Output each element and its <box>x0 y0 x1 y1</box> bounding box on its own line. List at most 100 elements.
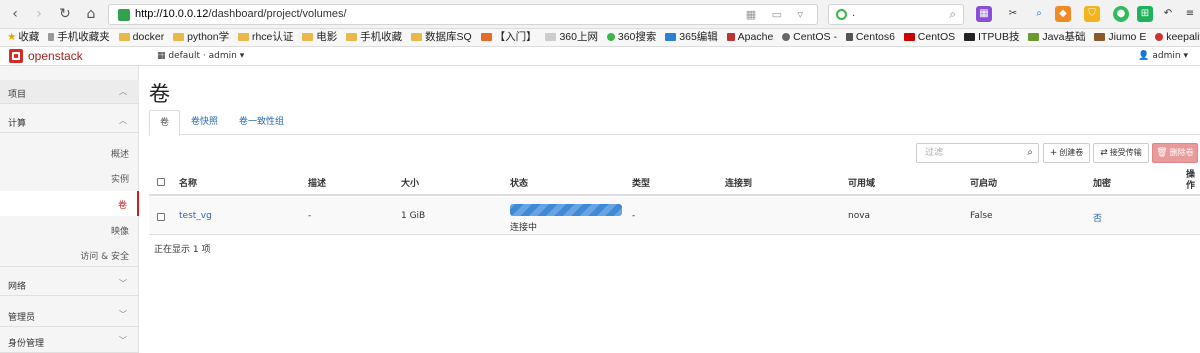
address-bar[interactable]: http://10.0.0.12/dashboard/project/volum… <box>108 4 818 25</box>
menu-icon[interactable]: ≡ <box>1182 6 1198 22</box>
home-icon[interactable]: ⌂ <box>82 5 100 23</box>
bookmark-item[interactable]: 360搜索 <box>606 29 656 46</box>
sidebar-item-label: 实例 <box>110 175 129 185</box>
column-header-name[interactable]: 名称 <box>179 176 197 189</box>
bookmark-item[interactable]: 数据库SQ <box>411 29 472 46</box>
bookmark-item[interactable]: CentOS - <box>782 29 837 46</box>
select-all-checkbox[interactable] <box>157 178 165 186</box>
chevron-up-icon: ︿ <box>119 116 127 125</box>
bookmark-item[interactable]: docker <box>118 29 164 46</box>
project-switcher[interactable]: ▦ default · admin ▾ <box>157 51 244 61</box>
volume-zone: nova <box>848 211 871 221</box>
game-icon[interactable]: ◆ <box>1055 6 1071 22</box>
column-header-actions: 操作 <box>1186 170 1196 191</box>
sidebar-item-volumes[interactable]: 卷 <box>0 191 139 216</box>
column-header-bootable[interactable]: 可启动 <box>970 176 997 189</box>
volume-type: - <box>632 211 636 221</box>
sidebar-item-label: 访问 & 安全 <box>80 252 129 262</box>
create-volume-button[interactable]: + 创建卷 <box>1043 143 1090 163</box>
bookmark-item[interactable]: python学 <box>173 29 229 46</box>
page-icon <box>1094 33 1106 41</box>
chevron-up-icon: ︿ <box>119 87 127 96</box>
extension-grid-icon[interactable]: ▦ <box>976 6 992 22</box>
bookmark-item[interactable]: Apache <box>726 29 773 46</box>
tab-volume-snapshots[interactable]: 卷快照 <box>181 110 228 135</box>
page-title: 卷 <box>149 82 170 106</box>
sidebar-panel-identity[interactable]: 身份管理 ﹀ <box>0 329 139 353</box>
bookmark-item[interactable]: 电影 <box>302 29 337 46</box>
bookmark-item[interactable]: Jiumo E <box>1094 29 1146 46</box>
sidebar-panel-admin[interactable]: 管理员 ﹀ <box>0 303 139 327</box>
page-icon <box>903 33 915 41</box>
trash-icon: 🗑 <box>1156 148 1168 158</box>
progress-fill <box>510 204 622 216</box>
column-header-status[interactable]: 状态 <box>510 176 528 189</box>
row-checkbox[interactable] <box>157 213 165 221</box>
sidebar-item-overview[interactable]: 概述 <box>0 140 139 165</box>
bookmark-item[interactable]: CentOS <box>903 29 955 46</box>
browser-search-box[interactable]: . ⌕ <box>828 4 964 25</box>
sidebar-panel-project[interactable]: 项目 ︿ <box>0 80 139 104</box>
column-header-encrypted[interactable]: 加密 <box>1093 176 1111 189</box>
bookmark-item[interactable]: 手机收藏 <box>346 29 402 46</box>
page-icon <box>1028 33 1040 41</box>
column-header-zone[interactable]: 可用域 <box>848 176 875 189</box>
caret-down-icon: ▾ <box>1180 51 1188 61</box>
column-header-size[interactable]: 大小 <box>401 176 419 189</box>
sidebar-item-access-security[interactable]: 访问 & 安全 <box>0 242 139 267</box>
forward-icon[interactable]: › <box>30 5 48 23</box>
undo-icon[interactable]: ↶ <box>1160 6 1176 22</box>
app-logo-text: openstack <box>28 49 83 63</box>
star-icon: ★ <box>7 31 17 43</box>
accept-transfer-button[interactable]: ⇄ 接受传输 <box>1093 143 1149 163</box>
user-menu[interactable]: 👤 admin ▾ <box>1138 51 1188 61</box>
bookmark-item[interactable]: keepaliv <box>1155 29 1200 46</box>
page-icon <box>845 33 853 41</box>
delete-volume-button[interactable]: 🗑 删除卷 <box>1152 143 1198 163</box>
shield-ext-icon[interactable]: ⛉ <box>1084 6 1100 22</box>
sidebar-item-instances[interactable]: 实例 <box>0 165 139 190</box>
create-volume-label: 创建卷 <box>1059 148 1084 157</box>
column-header-attached-to[interactable]: 连接到 <box>725 176 752 189</box>
bookmark-item[interactable]: Java基础 <box>1028 29 1086 46</box>
volume-bootable: False <box>970 211 993 221</box>
search-value: . <box>852 8 856 19</box>
find-icon[interactable]: ⌕ <box>1031 6 1047 22</box>
column-header-description[interactable]: 描述 <box>308 176 326 189</box>
sidebar: 项目 ︿ 计算 ︿ 概述 实例 卷 映像 访问 & 安全 网络 ﹀ 管理员 ﹀ … <box>0 66 139 353</box>
user-menu-label: admin <box>1152 51 1181 61</box>
sidebar-panel-label: 网络 <box>8 282 27 292</box>
sidebar-panel-compute[interactable]: 计算 ︿ <box>0 109 139 133</box>
bookmark-item[interactable]: Centos6 <box>845 29 895 46</box>
sidebar-item-images[interactable]: 映像 <box>0 217 139 242</box>
bookmark-item[interactable]: 360上网 <box>545 29 598 46</box>
bookmark-item[interactable]: 【入门】 <box>480 29 537 46</box>
grid-app-icon[interactable]: ⊞ <box>1137 6 1153 22</box>
reload-icon[interactable]: ↻ <box>56 5 74 23</box>
filter-box: ⌕ <box>916 143 1039 163</box>
chevron-down-icon: ﹀ <box>119 310 127 319</box>
search-icon[interactable]: ⌕ <box>949 7 956 22</box>
address-actions-icon[interactable]: ▦ ▭ ▿ <box>746 8 809 21</box>
bookmark-item[interactable]: 手机收藏夹 <box>48 29 110 46</box>
bookmark-item[interactable]: ITPUB技 <box>964 29 1019 46</box>
tab-volumes[interactable]: 卷 <box>149 110 181 136</box>
search-icon[interactable]: ⌕ <box>1027 147 1033 158</box>
page-icon <box>1155 33 1164 41</box>
scissors-icon[interactable]: ✂ <box>1005 6 1021 22</box>
page-icon <box>782 33 791 41</box>
filter-input[interactable] <box>917 144 1021 162</box>
bookmark-favorites[interactable]: ★ 收藏 <box>7 29 39 46</box>
volume-encrypted-link[interactable]: 否 <box>1093 211 1102 224</box>
sidebar-panel-label: 项目 <box>8 90 27 100</box>
bookmark-item[interactable]: rhce认证 <box>237 29 293 46</box>
column-header-type[interactable]: 类型 <box>632 176 650 189</box>
bookmarks-bar: ★ 收藏 手机收藏夹 docker python学 rhce认证 电影 手机收藏 … <box>0 29 1200 47</box>
wechat-icon[interactable]: ● <box>1113 6 1129 22</box>
tab-consistency-groups[interactable]: 卷一致性组 <box>229 110 294 135</box>
sidebar-panel-network[interactable]: 网络 ﹀ <box>0 272 139 296</box>
bookmark-item[interactable]: 365编辑 <box>665 29 718 46</box>
volume-name-link[interactable]: test_vg <box>179 211 212 221</box>
back-icon[interactable]: ‹ <box>6 5 24 23</box>
plus-icon: + <box>1049 148 1058 158</box>
